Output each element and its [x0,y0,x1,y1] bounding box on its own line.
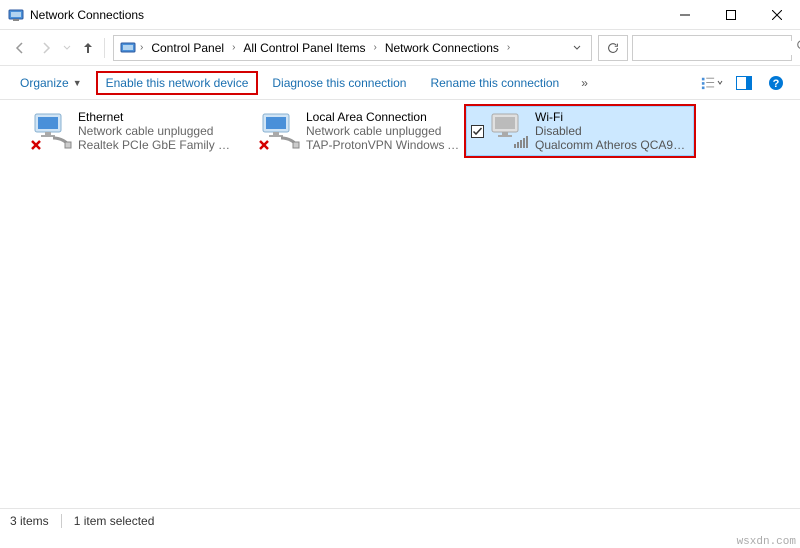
chevron-icon[interactable]: › [373,42,376,53]
dropdown-arrow-icon: ▼ [73,78,82,88]
address-dropdown[interactable] [569,41,585,55]
help-button[interactable]: ? [762,70,790,96]
connection-text: Ethernet Network cable unplugged Realtek… [76,110,236,152]
connection-status: Network cable unplugged [306,124,464,138]
selection-count: 1 item selected [74,514,155,528]
connection-item-local-area[interactable]: Local Area Connection Network cable unpl… [238,106,466,156]
close-button[interactable] [754,0,800,30]
connection-device: Realtek PCIe GbE Family Cont... [78,138,236,152]
chevron-icon[interactable]: › [507,42,510,53]
statusbar: 3 items 1 item selected [0,508,800,532]
preview-pane-button[interactable] [730,70,758,96]
connection-name: Wi-Fi [535,110,691,124]
diagnose-label: Diagnose this connection [272,76,406,90]
breadcrumb-item[interactable]: Network Connections [381,39,503,57]
chevron-icon[interactable]: › [232,42,235,53]
error-badge-icon [256,137,272,153]
breadcrumb-item[interactable]: Control Panel [147,39,228,57]
location-icon [120,40,136,56]
connection-status: Network cable unplugged [78,124,236,138]
connection-icon [485,109,533,153]
nav-separator [104,38,105,58]
status-separator [61,514,62,528]
minimize-button[interactable] [662,0,708,30]
connection-item-ethernet[interactable]: Ethernet Network cable unplugged Realtek… [10,106,238,156]
connection-device: TAP-ProtonVPN Windows Ad... [306,138,464,152]
view-options-button[interactable] [698,70,726,96]
connection-status: Disabled [535,124,691,138]
refresh-button[interactable] [598,35,628,61]
connection-text: Wi-Fi Disabled Qualcomm Atheros QCA9377.… [533,110,691,152]
connection-name: Ethernet [78,110,236,124]
diagnose-button[interactable]: Diagnose this connection [262,71,416,95]
content-area: Ethernet Network cable unplugged Realtek… [0,100,800,524]
app-icon [8,7,24,23]
breadcrumb-item[interactable]: All Control Panel Items [239,39,369,57]
up-button[interactable] [76,36,100,60]
search-input[interactable] [641,41,796,55]
connection-name: Local Area Connection [306,110,464,124]
watermark: wsxdn.com [737,536,796,548]
address-bar[interactable]: › Control Panel › All Control Panel Item… [113,35,592,61]
navbar: › Control Panel › All Control Panel Item… [0,30,800,66]
organize-button[interactable]: Organize ▼ [10,71,92,95]
chevron-icon[interactable]: › [140,42,143,53]
recent-dropdown[interactable] [60,36,74,60]
enable-label: Enable this network device [106,76,249,90]
search-icon[interactable] [796,39,800,56]
organize-label: Organize [20,76,69,90]
window-title: Network Connections [30,8,662,22]
checkbox-selected[interactable] [469,125,485,138]
forward-button[interactable] [34,36,58,60]
svg-text:?: ? [773,78,780,90]
back-button[interactable] [8,36,32,60]
rename-label: Rename this connection [430,76,559,90]
connection-icon [256,109,304,153]
connection-text: Local Area Connection Network cable unpl… [304,110,464,152]
connection-icon [28,109,76,153]
search-box[interactable] [632,35,792,61]
error-badge-icon [28,137,44,153]
enable-device-button[interactable]: Enable this network device [96,71,259,95]
titlebar: Network Connections [0,0,800,30]
connection-item-wifi[interactable]: Wi-Fi Disabled Qualcomm Atheros QCA9377.… [466,106,694,156]
more-commands-button[interactable]: » [573,71,596,95]
maximize-button[interactable] [708,0,754,30]
item-count: 3 items [10,514,49,528]
window-controls [662,0,800,30]
connection-device: Qualcomm Atheros QCA9377... [535,138,691,152]
rename-button[interactable]: Rename this connection [420,71,569,95]
toolbar: Organize ▼ Enable this network device Di… [0,66,800,100]
